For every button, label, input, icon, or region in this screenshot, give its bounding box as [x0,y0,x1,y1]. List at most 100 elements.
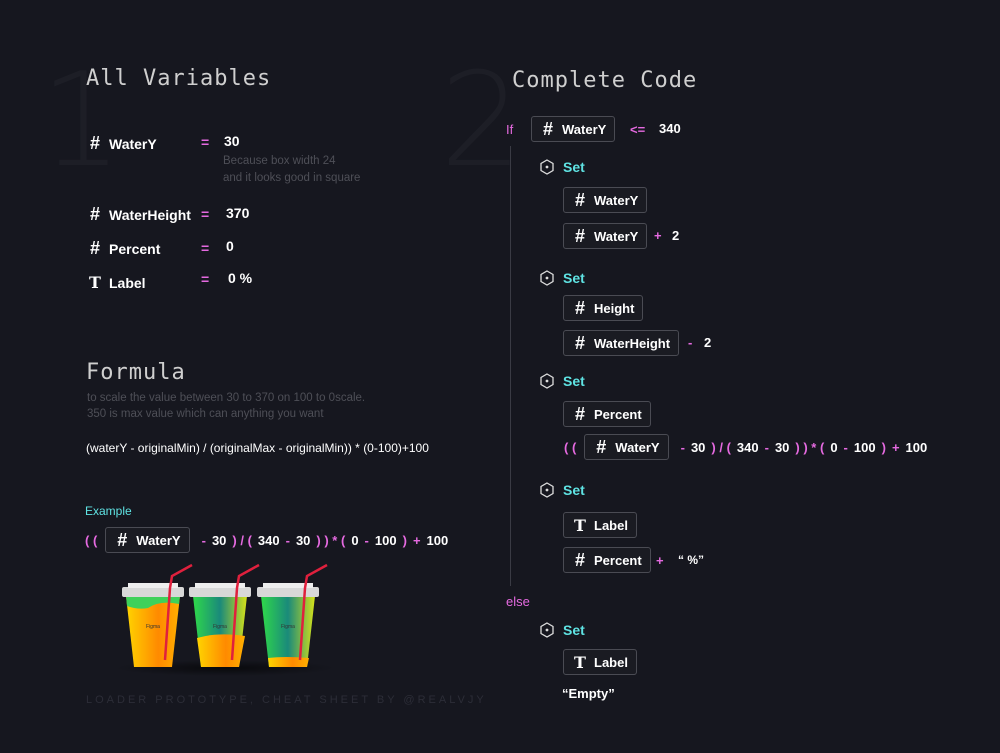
hash-icon: # [89,133,100,153]
if-operator: <= [630,122,646,137]
chip-label: WaterY [136,532,181,548]
chip-label: Percent [594,406,642,422]
chip-label: WaterHeight [594,335,671,351]
example-expression: ( (# WaterY -30) / (340-30) ) * (0-100) +10… [85,527,448,553]
operator: - [688,335,693,350]
operator: + [654,228,662,243]
if-variable-chip: # WaterY [531,116,616,142]
set1-target-chip: # WaterY [563,187,648,213]
variable-value: 0 % [228,270,253,286]
expression-operator: - [843,439,848,455]
set-keyword: Set [563,622,585,638]
set-statement-1: Set [539,159,585,175]
expression-number: 30 [211,532,227,548]
expression-number: 340 [736,439,759,455]
set2-value-chip: # WaterHeight [563,330,680,356]
empty-string-value: “Empty” [562,686,615,701]
chip-label: Height [594,300,635,316]
complete-code-title: Complete Code [512,68,698,93]
set-statement-2: Set [539,270,585,286]
svg-text:Figma: Figma [146,624,160,630]
chip-label: Label [594,517,628,533]
chip-label: WaterY [562,121,607,137]
cup-full: Figma [122,563,193,667]
variable-value: 30 [224,133,240,149]
chip-label: WaterY [594,192,639,208]
chip-label: WaterY [615,439,660,455]
hash-icon: # [596,436,607,457]
set5-target-chip: T Label [563,649,637,675]
if-keyword: If [506,122,514,137]
expression-operator: - [680,439,685,455]
expression-operator: ( ( [85,532,98,548]
hash-icon: # [89,204,100,224]
component-hexagon-icon [540,482,554,498]
expression-operator: ) / ( [711,439,731,455]
variable-name: Label [109,274,146,291]
expression-operator: ( ( [564,439,577,455]
component-hexagon-icon [540,270,554,286]
set-keyword: Set [563,159,585,175]
set-statement-4: Set [539,482,585,498]
cup-empty: Figma [257,563,328,667]
hash-icon: # [542,118,553,139]
hash-icon: # [574,225,585,246]
formula-desc-1: to scale the value between 30 to 370 on … [87,392,366,404]
component-hexagon-icon [540,622,554,638]
all-variables-title: All Variables [86,66,272,91]
set-keyword: Set [563,270,585,286]
expression-operator: ) / ( [232,532,252,548]
variable-name: WaterY [109,135,157,152]
expression-number: 30 [295,532,311,548]
expression-number: 100 [374,532,397,548]
equals-sign: = [201,240,210,256]
operand: 2 [672,228,680,243]
expression-number: 30 [774,439,790,455]
equals-sign: = [201,271,210,287]
expression-number: 30 [690,439,706,455]
variable-value: 370 [226,205,250,221]
variable-value: 0 [226,238,234,254]
note-line-2: and it looks good in square [223,172,361,184]
svg-text:Figma: Figma [213,624,227,630]
set1-value-chip: # WaterY [563,223,648,249]
cup-half: Figma [189,563,260,667]
set3-target-chip: # Percent [563,401,651,427]
chip-label: Label [594,654,628,670]
expression-operator: + [412,532,421,548]
expression-operator: ) [881,439,886,455]
note-line-1: Because box width 24 [223,155,336,167]
expression-number: 340 [257,532,280,548]
hash-icon: # [574,549,585,570]
set4-value-chip: # Percent [563,547,651,573]
equals-sign: = [201,206,210,222]
footer-credit: LOADER PROTOTYPE, CHEAT SHEET BY @REALVJ… [86,694,487,706]
set-keyword: Set [563,482,585,498]
hash-icon: # [574,297,585,318]
expression-operator: - [285,532,290,548]
expression-operator: + [891,439,900,455]
if-block-line [510,146,511,586]
formula-desc-2: 350 is max value which can anything you … [87,408,324,420]
svg-text:Figma: Figma [281,624,295,630]
hash-icon: # [574,403,585,424]
expression-operator: - [364,532,369,548]
formula-title: Formula [86,360,186,385]
hash-icon: # [574,189,585,210]
cups-illustration: Figma Figma Figma [115,563,335,676]
expression-operator: - [764,439,769,455]
equals-sign: = [201,134,210,150]
chip-label: Percent [594,552,642,568]
variable-name: WaterHeight [109,206,191,223]
component-hexagon-icon [540,373,554,389]
example-label: Example [85,504,132,518]
set2-target-chip: # Height [563,295,644,321]
expression-operator: ) [402,532,407,548]
text-icon: T [574,652,586,672]
variable-name: Percent [109,240,161,257]
text-icon: T [89,273,101,292]
set4-target-chip: T Label [563,512,637,538]
hash-icon: # [117,529,128,550]
expression-number: 0 [351,532,359,548]
if-value: 340 [659,121,681,136]
